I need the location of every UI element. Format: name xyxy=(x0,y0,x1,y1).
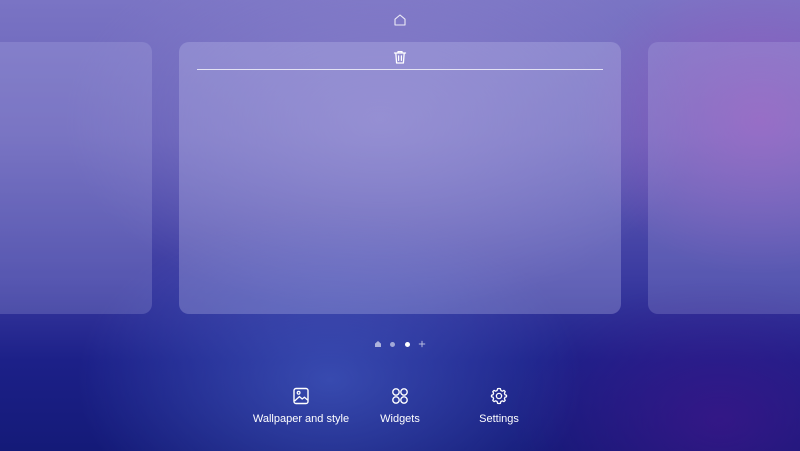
home-page-preview-right[interactable] xyxy=(648,42,800,314)
trash-icon xyxy=(393,50,407,64)
settings-label: Settings xyxy=(479,413,519,425)
page-indicator-home[interactable] xyxy=(372,338,384,350)
home-page-preview-left[interactable] xyxy=(0,42,152,314)
bottom-action-bar: Wallpaper and style Widgets Settings xyxy=(0,386,800,430)
widgets-grid-icon xyxy=(392,388,408,404)
home-small-icon xyxy=(375,341,381,347)
widgets-label: Widgets xyxy=(380,413,420,425)
page-dot-active xyxy=(404,341,410,347)
image-icon xyxy=(293,387,309,405)
settings-button[interactable]: Settings xyxy=(439,386,559,430)
panel-divider xyxy=(197,69,603,70)
page-indicator xyxy=(372,337,428,351)
home-page-button[interactable] xyxy=(390,10,410,30)
page-dot xyxy=(390,341,396,347)
gear-icon xyxy=(490,387,508,405)
home-page-preview-current[interactable] xyxy=(179,42,621,314)
add-page-button[interactable] xyxy=(416,338,428,350)
page-indicator-dot-active[interactable] xyxy=(401,338,413,350)
home-outline-icon xyxy=(394,14,406,26)
plus-icon xyxy=(418,340,426,348)
wallpaper-and-style-label: Wallpaper and style xyxy=(252,413,350,425)
page-indicator-dot[interactable] xyxy=(387,338,399,350)
delete-page-button[interactable] xyxy=(390,47,410,67)
